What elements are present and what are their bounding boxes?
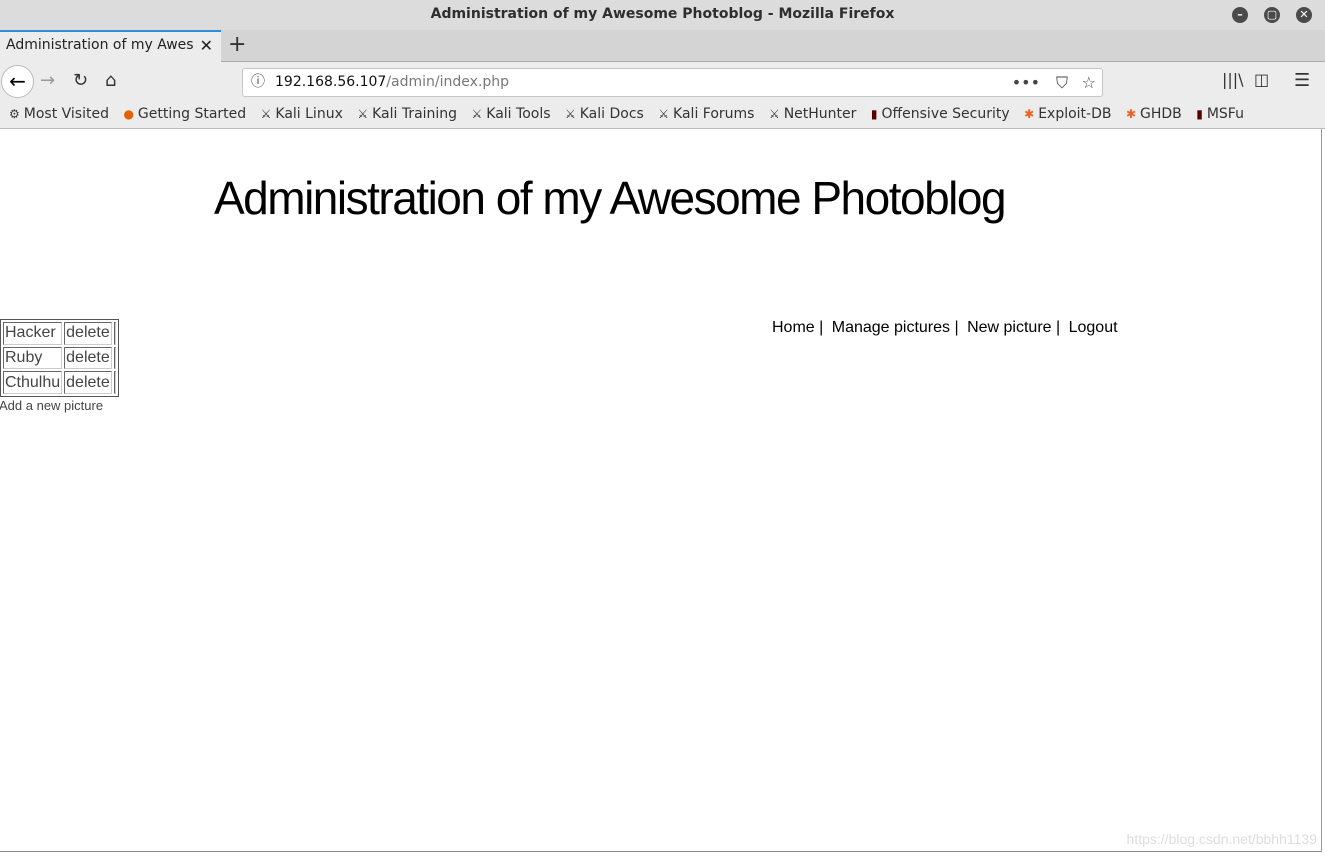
url-path: /admin/index.php [386,74,510,90]
pictures-table: Hacker delete Ruby delete Cthulhu delete [0,319,119,397]
bookmark-label: Kali Linux [275,106,343,122]
bookmarks-toolbar: ⚙ Most Visited ● Getting Started ⚔ Kali Lin… [0,102,1325,129]
bookmark-nethunter[interactable]: ⚔ NetHunter [769,102,856,127]
bookmark-offensive-security[interactable]: ▮ Offensive Security [871,102,1010,127]
minimize-icon[interactable]: – [1232,7,1248,23]
tab-bar: Administration of my Awesome Photoblog✕ … [0,30,1325,63]
kali-icon: ⚔ [260,107,272,121]
bookmark-kali-training[interactable]: ⚔ Kali Training [357,102,457,127]
more-actions-icon[interactable]: ••• [1012,69,1040,96]
picture-cell [113,371,116,394]
url-bar[interactable]: ⓘ 192.168.56.107/admin/index.php ••• ⛉ ☆ [242,68,1103,97]
gear-icon: ⚙ [9,107,20,121]
picture-name: Hacker [3,322,63,345]
bookmark-kali-tools[interactable]: ⚔ Kali Tools [472,102,551,127]
kali-icon: ⚔ [658,107,670,121]
bookmark-label: MSFu [1206,106,1244,122]
offsec-icon: ▮ [870,107,878,121]
table-row: Cthulhu delete [3,371,116,394]
bookmark-label: Exploit-DB [1038,106,1112,122]
offsec-icon: ▮ [1196,107,1203,121]
close-tab-icon[interactable]: ✕ [200,36,213,55]
bookmark-label: Getting Started [137,106,247,122]
new-tab-icon[interactable]: + [228,32,246,57]
back-arrow-icon[interactable]: ← [1,65,34,98]
kali-icon: ⚔ [471,107,483,121]
bookmark-kali-docs[interactable]: ⚔ Kali Docs [565,102,644,127]
close-window-icon[interactable]: ✕ [1296,7,1312,23]
picture-name: Ruby [3,346,63,370]
watermark: https://blog.csdn.net/bbhh1139 [1126,831,1317,847]
table-row: Ruby delete [3,346,116,370]
bookmark-label: Most Visited [23,106,109,122]
delete-link[interactable]: delete [64,371,112,394]
page-content: Administration of my Awesome Photoblog H… [0,129,1322,852]
exploitdb-icon: ✱ [1024,107,1035,121]
sidebar-icon[interactable]: ◫ [1254,70,1269,89]
nav-menu: Home | Manage pictures | New picture | L… [772,319,1122,337]
bookmark-label: GHDB [1140,106,1182,122]
delete-link[interactable]: delete [64,322,112,345]
bookmark-label: Kali Tools [486,106,551,122]
bookmark-label: Kali Training [372,106,458,122]
nav-toolbar: ← → ↻ ⌂ ⓘ 192.168.56.107/admin/index.php… [0,62,1325,102]
window-title: Administration of my Awesome Photoblog -… [430,6,895,22]
kali-icon: ⚔ [357,107,369,121]
bookmark-most-visited[interactable]: ⚙ Most Visited [9,102,109,127]
picture-cell [113,346,116,370]
firefox-icon: ● [123,107,134,121]
page-title: Administration of my Awesome Photoblog [214,172,1007,224]
info-icon[interactable]: ⓘ [251,69,265,96]
pocket-icon[interactable]: ⛉ [1056,69,1068,96]
kali-icon: ⚔ [564,107,576,121]
maximize-icon[interactable]: ▢ [1264,7,1280,23]
kali-icon: ⚔ [768,107,780,121]
hamburger-menu-icon[interactable]: ☰ [1294,70,1310,91]
delete-link[interactable]: delete [64,346,112,370]
library-icon[interactable]: |||\ [1222,70,1244,89]
menu-logout[interactable]: Logout [1069,319,1118,336]
picture-cell [113,322,116,345]
exploitdb-icon: ✱ [1125,107,1136,121]
bookmark-label: Offensive Security [881,106,1010,122]
add-picture-link[interactable]: Add a new picture [0,398,103,413]
menu-manage-pictures[interactable]: Manage pictures | [832,319,959,336]
bookmark-getting-started[interactable]: ● Getting Started [123,102,246,127]
tab-active[interactable]: Administration of my Awesome Photoblog ✕ [0,30,221,63]
bookmark-label: Kali Docs [579,106,644,122]
bookmark-label: Kali Forums [673,106,755,122]
home-icon[interactable]: ⌂ [105,70,116,91]
url-host: 192.168.56.107 [275,74,387,90]
bookmark-kali-linux[interactable]: ⚔ Kali Linux [261,102,343,127]
window-titlebar: Administration of my Awesome Photoblog -… [0,0,1325,30]
bookmark-label: NetHunter [783,106,857,122]
forward-arrow-icon[interactable]: → [40,70,55,91]
bookmark-star-icon[interactable]: ☆ [1082,69,1096,96]
picture-name: Cthulhu [3,371,63,394]
reload-icon[interactable]: ↻ [73,70,88,91]
menu-new-picture[interactable]: New picture | [967,319,1060,336]
table-row: Hacker delete [3,322,116,345]
tab-label: Administration of my Awesome Photoblog [6,37,194,53]
bookmark-msfu[interactable]: ▮ MSFu [1196,102,1244,127]
bookmark-exploit-db[interactable]: ✱ Exploit-DB [1024,102,1111,127]
menu-home[interactable]: Home | [772,319,823,336]
bookmark-ghdb[interactable]: ✱ GHDB [1126,102,1182,127]
bookmark-kali-forums[interactable]: ⚔ Kali Forums [658,102,754,127]
